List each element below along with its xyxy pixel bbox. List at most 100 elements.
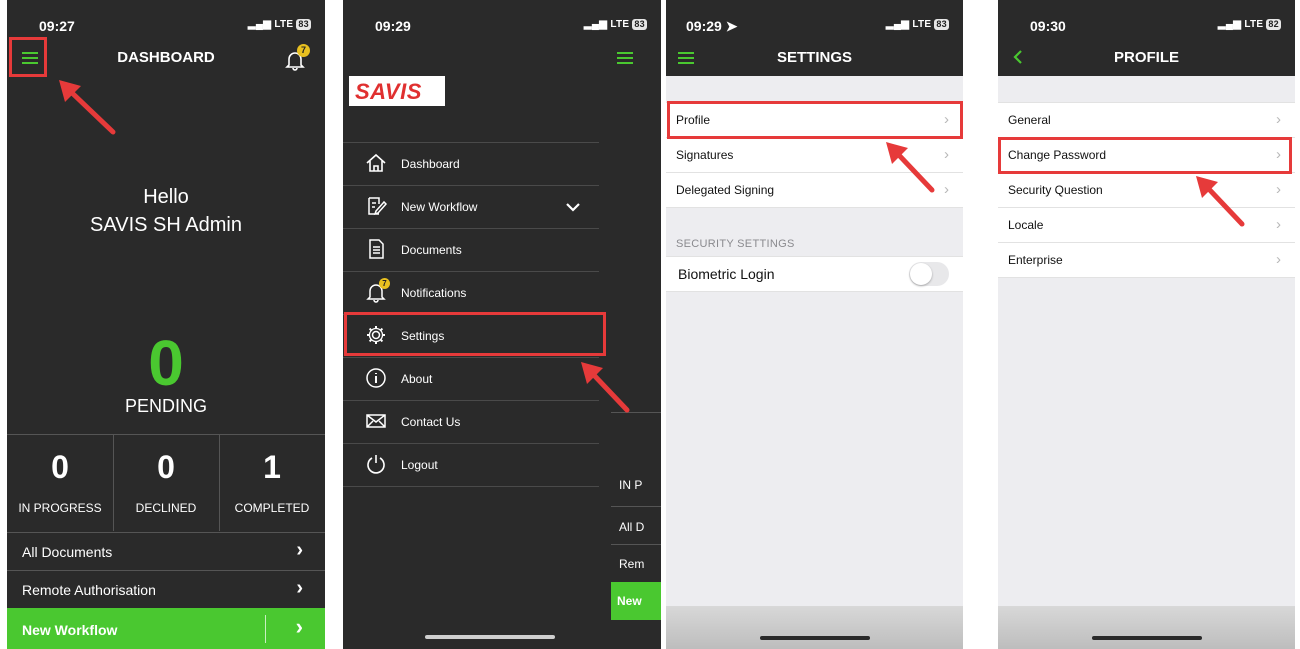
menu-label: About [401, 372, 433, 386]
status-time: 09:29 ➤ [686, 18, 738, 34]
menu-label: Notifications [401, 286, 467, 300]
remote-authorisation-row[interactable]: Remote Authorisation › [7, 570, 325, 609]
row-label: Security Question [1008, 183, 1103, 197]
home-icon [366, 153, 386, 172]
menu-label: Logout [401, 458, 438, 472]
pending-label: PENDING [124, 396, 207, 416]
menu-item-new-workflow[interactable]: New Workflow [343, 185, 599, 228]
menu-label: Documents [401, 243, 462, 257]
battery-icon: 83 [632, 19, 647, 30]
edit-document-icon [368, 197, 387, 216]
chevron-right-icon: › [944, 181, 949, 198]
stat-declined[interactable]: 0 DECLINED [113, 435, 220, 531]
underlying-screen: IN P All D Rem New [601, 36, 661, 649]
divider [611, 506, 661, 507]
row-label: Locale [1008, 218, 1044, 232]
power-icon [367, 455, 385, 474]
status-signal: ▂▄▆ LTE 83 [583, 19, 647, 30]
greeting: Hello [143, 186, 189, 208]
stat-label: COMPLETED [234, 501, 310, 515]
settings-screen: 09:29 ➤ ▂▄▆ LTE 83 SETTINGS Profile › Sig… [666, 0, 963, 649]
dashboard-screen: 09:27 ▂▄▆ LTE 83 DASHBOARD 7 Hello SAVIS … [7, 0, 325, 649]
document-icon [369, 239, 384, 259]
battery-icon: 83 [296, 19, 311, 30]
section-header: SECURITY SETTINGS [676, 238, 795, 250]
chevron-right-icon: › [1276, 181, 1281, 198]
pointer-arrow [581, 362, 630, 413]
menu-item-dashboard[interactable]: Dashboard [343, 142, 599, 185]
pointer-arrow [59, 80, 116, 135]
profile-row-general[interactable]: General › [998, 103, 1295, 138]
stat-label: IN PROGRESS [18, 501, 102, 515]
home-indicator [425, 635, 555, 639]
chevron-right-icon: › [1276, 111, 1281, 128]
biometric-login-row: Biometric Login [666, 256, 963, 292]
user-name: SAVIS SH Admin [90, 214, 242, 236]
menu-item-documents[interactable]: Documents [343, 228, 599, 271]
page-title: PROFILE [1113, 49, 1179, 66]
menu-label: Contact Us [401, 415, 461, 429]
status-time: 09:30 [1030, 18, 1066, 34]
row-label: General [1008, 113, 1051, 127]
highlight-box [9, 37, 47, 77]
stat-value: 0 [157, 449, 175, 485]
highlight-box [667, 101, 963, 139]
home-indicator [1092, 636, 1202, 640]
row-label: Delegated Signing [676, 183, 775, 197]
menu-item-contact-us[interactable]: Contact Us [343, 400, 599, 443]
battery-icon: 83 [934, 19, 949, 30]
chevron-right-icon: › [944, 146, 949, 163]
status-bar: 09:30 ▂▄▆ LTE 82 [998, 0, 1295, 36]
highlight-box [344, 312, 606, 356]
toggle-knob [910, 263, 932, 285]
highlight-box [998, 137, 1292, 174]
stat-label: DECLINED [135, 501, 197, 515]
underlying-text: All D [619, 520, 645, 534]
menu-item-logout[interactable]: Logout [343, 443, 599, 487]
row-label: Enterprise [1008, 253, 1063, 267]
status-signal: ▂▄▆ LTE 83 [247, 19, 311, 30]
status-bar: 09:29 ➤ ▂▄▆ LTE 83 [666, 0, 963, 36]
pointer-arrow [1196, 176, 1245, 227]
underlying-button: New [611, 582, 661, 620]
profile-row-enterprise[interactable]: Enterprise › [998, 243, 1295, 278]
notification-badge: 7 [379, 278, 390, 289]
divider [611, 544, 661, 545]
menu-item-notifications[interactable]: 7 Notifications [343, 271, 599, 314]
chevron-down-icon [566, 203, 580, 212]
stat-in-progress[interactable]: 0 IN PROGRESS [7, 435, 114, 531]
status-time: 09:29 [375, 18, 411, 34]
row-label: All Documents [22, 544, 113, 560]
menu-label: Dashboard [401, 157, 460, 171]
menu-label: New Workflow [401, 200, 478, 214]
header: SETTINGS [666, 36, 963, 76]
new-workflow-button[interactable]: New Workflow › [7, 608, 325, 649]
bottom-fade [666, 606, 963, 649]
divider [265, 615, 266, 643]
status-signal: ▂▄▆ LTE 82 [1217, 19, 1281, 30]
status-signal: ▂▄▆ LTE 83 [885, 19, 949, 30]
chevron-right-icon: › [296, 577, 303, 599]
stat-value: 1 [263, 449, 281, 485]
info-icon [366, 368, 386, 388]
menu-icon[interactable] [617, 52, 633, 64]
stat-value: 0 [51, 449, 69, 485]
status-bar: 09:27 ▂▄▆ LTE 83 [7, 0, 325, 36]
biometric-toggle[interactable] [909, 262, 949, 286]
notifications-button[interactable]: 7 [283, 44, 310, 71]
all-documents-row[interactable]: All Documents › [7, 532, 325, 571]
pointer-arrow [886, 142, 935, 193]
pending-count: 0 [148, 327, 184, 399]
stat-completed[interactable]: 1 COMPLETED [219, 435, 325, 531]
underlying-text: Rem [619, 557, 645, 571]
profile-screen: 09:30 ▂▄▆ LTE 82 PROFILE General › Change… [998, 0, 1295, 649]
bottom-fade [998, 606, 1295, 649]
button-label: New Workflow [22, 622, 118, 638]
status-time: 09:27 [39, 18, 75, 34]
menu-item-about[interactable]: About [343, 357, 599, 400]
underlying-text: IN P [619, 478, 643, 492]
battery-icon: 82 [1266, 19, 1281, 30]
row-label: Remote Authorisation [22, 582, 156, 598]
underlying-text: New [617, 594, 642, 608]
chevron-right-icon: › [1276, 216, 1281, 233]
